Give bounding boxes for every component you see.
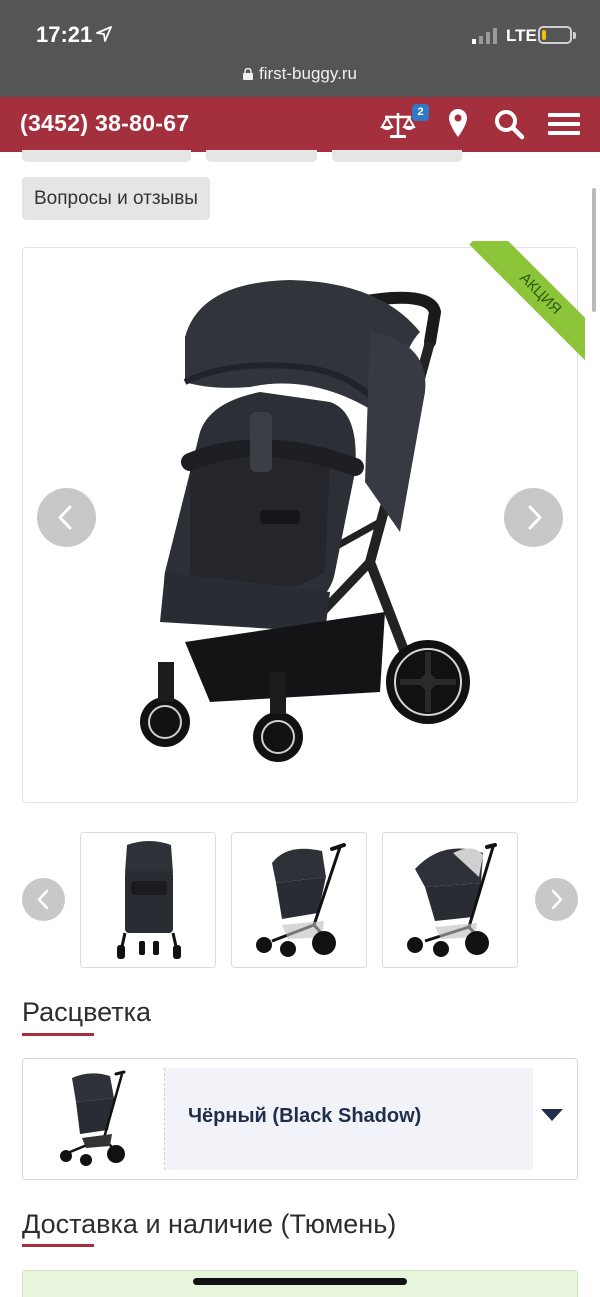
search-icon[interactable] bbox=[490, 105, 530, 145]
battery-tip bbox=[573, 32, 576, 39]
url-text: first-buggy.ru bbox=[259, 64, 357, 83]
color-section-title: Расцветка bbox=[22, 997, 152, 1027]
promo-badge: АКЦИЯ bbox=[469, 241, 585, 365]
caret-down-icon[interactable] bbox=[541, 1109, 563, 1121]
thumbnails-next-button[interactable] bbox=[535, 878, 578, 921]
scrollbar[interactable] bbox=[592, 188, 596, 312]
home-indicator bbox=[193, 1278, 407, 1285]
color-selected-value: Чёрный (Black Shadow) bbox=[188, 1105, 422, 1127]
network-type: LTE bbox=[506, 26, 537, 45]
menu-icon[interactable] bbox=[546, 105, 586, 145]
chevron-left-icon bbox=[58, 505, 72, 530]
thumbnail-front[interactable] bbox=[80, 832, 216, 968]
tab-questions-reviews[interactable]: Вопросы и отзывы bbox=[22, 177, 210, 220]
stroller-image bbox=[140, 280, 470, 762]
thumbnail-side-reclined[interactable] bbox=[382, 832, 518, 968]
chevron-right-icon bbox=[551, 889, 563, 910]
delivery-section-title: Доставка и наличие (Тюмень) bbox=[22, 1209, 397, 1239]
thumbnails-prev-button[interactable] bbox=[22, 878, 65, 921]
stroller-side-image bbox=[256, 843, 346, 957]
color-swatch-image bbox=[60, 1070, 126, 1166]
gallery-next-button[interactable] bbox=[504, 488, 563, 547]
promo-ribbon: АКЦИЯ bbox=[461, 241, 585, 365]
status-time: 17:21 bbox=[36, 22, 93, 47]
tab-partial-3[interactable] bbox=[332, 150, 462, 162]
stroller-reclined-image bbox=[407, 843, 497, 957]
battery-level bbox=[542, 30, 546, 40]
gallery-prev-button[interactable] bbox=[37, 488, 96, 547]
location-pin-icon[interactable] bbox=[440, 105, 480, 145]
location-arrow-icon bbox=[96, 26, 112, 42]
signal-icon bbox=[472, 28, 497, 44]
battery-icon bbox=[538, 26, 572, 44]
chevron-left-icon bbox=[37, 889, 49, 910]
color-title-underline bbox=[22, 1033, 94, 1036]
chevron-right-icon bbox=[528, 505, 542, 530]
thumbnail-side[interactable] bbox=[231, 832, 367, 968]
tab-partial-2[interactable] bbox=[206, 150, 317, 162]
delivery-title-underline bbox=[22, 1244, 94, 1247]
stroller-front-image bbox=[117, 841, 181, 959]
tab-partial-1[interactable] bbox=[22, 150, 191, 162]
site-header: (3452) 38-80-67 bbox=[0, 97, 600, 152]
browser-chrome: 17:21 LTE first-buggy.ru bbox=[0, 0, 600, 97]
address-bar[interactable]: first-buggy.ru bbox=[0, 64, 600, 84]
compare-count-badge: 2 bbox=[412, 104, 429, 121]
lock-icon bbox=[243, 68, 254, 80]
phone-link[interactable]: (3452) 38-80-67 bbox=[20, 110, 189, 137]
